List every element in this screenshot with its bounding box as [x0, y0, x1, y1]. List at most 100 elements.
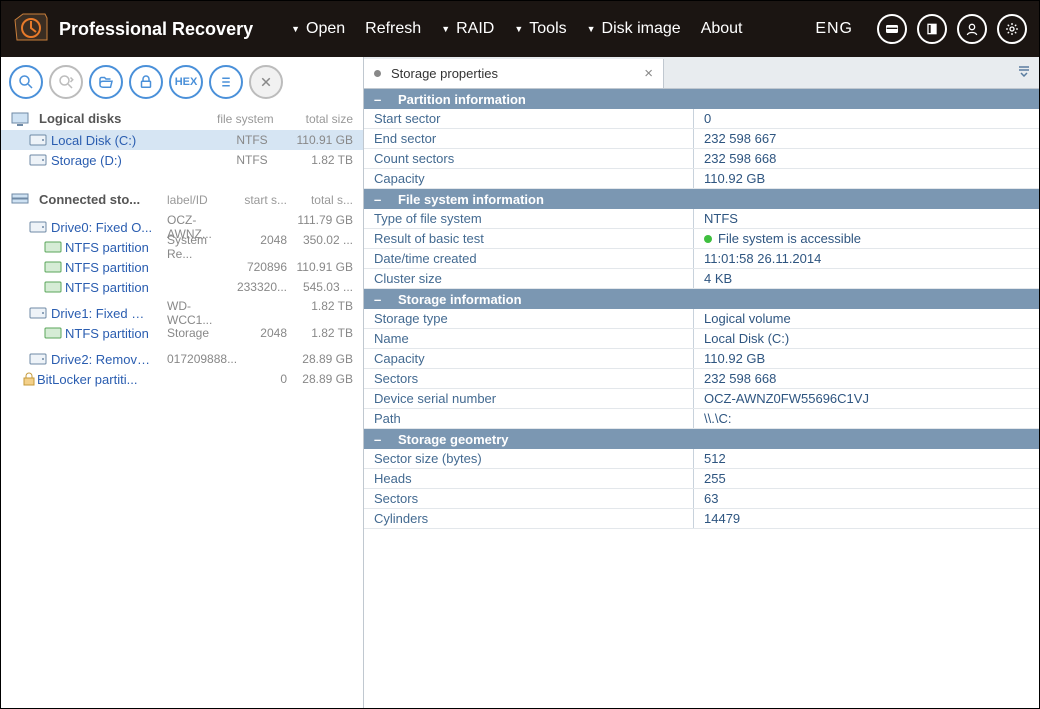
app-header: Professional Recovery ▼Open Refresh ▼RAI…: [1, 1, 1039, 57]
decrypt-button[interactable]: [129, 65, 163, 99]
properties-button[interactable]: [209, 65, 243, 99]
property-value: 0: [694, 111, 1039, 126]
panel-icon[interactable]: [917, 14, 947, 44]
card-icon[interactable]: [877, 14, 907, 44]
close-button[interactable]: [249, 65, 283, 99]
partition-name: NTFS partition: [65, 280, 167, 295]
hex-button[interactable]: HEX: [169, 65, 203, 99]
menu-about[interactable]: About: [693, 16, 751, 42]
menu-disk-image[interactable]: ▼Disk image: [579, 16, 689, 42]
partition-row[interactable]: NTFS partitionStorage20481.82 TB: [1, 323, 363, 343]
drive-name: Drive1: Fixed W...: [51, 306, 153, 321]
partition-icon: [44, 281, 65, 293]
drive-icon: [29, 353, 51, 365]
property-row: Sector size (bytes)512: [364, 449, 1039, 469]
disk-icon: [29, 134, 51, 146]
property-row: Result of basic testFile system is acces…: [364, 229, 1039, 249]
property-value: 4 KB: [694, 271, 1039, 286]
user-icon[interactable]: [957, 14, 987, 44]
menu-open[interactable]: ▼Open: [283, 16, 353, 42]
details-panel: Storage properties × –Partition informat…: [363, 57, 1039, 708]
property-row: End sector232 598 667: [364, 129, 1039, 149]
language-selector[interactable]: ENG: [815, 20, 853, 38]
property-key: Cylinders: [364, 509, 694, 528]
property-key: Sectors: [364, 369, 694, 388]
tab-close-icon[interactable]: ×: [644, 65, 653, 82]
tab-storage-properties[interactable]: Storage properties ×: [364, 59, 664, 88]
app-title: Professional Recovery: [59, 19, 253, 40]
disk-name: Local Disk (C:): [51, 133, 153, 148]
property-key: Cluster size: [364, 269, 694, 288]
property-key: Sector size (bytes): [364, 449, 694, 468]
toolbar: HEX: [1, 57, 363, 103]
drive-row[interactable]: Drive1: Fixed W...WD-WCC1...1.82 TB: [1, 303, 363, 323]
property-row: Device serial numberOCZ-AWNZ0FW55696C1VJ: [364, 389, 1039, 409]
disk-icon: [29, 154, 51, 166]
tab-menu-icon[interactable]: [1017, 63, 1031, 82]
property-value: 512: [694, 451, 1039, 466]
property-key: Sectors: [364, 489, 694, 508]
partition-row[interactable]: NTFS partition233320...545.03 ...: [1, 277, 363, 297]
property-key: Path: [364, 409, 694, 428]
property-row: Sectors63: [364, 489, 1039, 509]
property-key: Capacity: [364, 349, 694, 368]
partition-icon: [44, 241, 65, 253]
property-row: Start sector0: [364, 109, 1039, 129]
menu-tools[interactable]: ▼Tools: [506, 16, 574, 42]
property-group-header[interactable]: –Storage information: [364, 289, 1039, 309]
logical-disks-header: Logical disks file system total size: [1, 103, 363, 130]
partition-name: NTFS partition: [65, 326, 167, 341]
property-group-header[interactable]: –Storage geometry: [364, 429, 1039, 449]
property-row: Count sectors232 598 668: [364, 149, 1039, 169]
property-row: Date/time created11:01:58 26.11.2014: [364, 249, 1039, 269]
partition-icon: [44, 261, 65, 273]
logical-disk-row[interactable]: Storage (D:)NTFS1.82 TB: [1, 150, 363, 170]
drive-row[interactable]: Drive2: Remova...017209888...28.89 GB: [1, 349, 363, 369]
logical-disk-row[interactable]: Local Disk (C:)NTFS110.91 GB: [1, 130, 363, 150]
scan-button[interactable]: [9, 65, 43, 99]
drive-name: Drive0: Fixed O...: [51, 220, 153, 235]
property-value: 232 598 668: [694, 371, 1039, 386]
partition-row[interactable]: BitLocker partiti...028.89 GB: [1, 369, 363, 389]
property-key: Heads: [364, 469, 694, 488]
property-key: Result of basic test: [364, 229, 694, 248]
property-value: 11:01:58 26.11.2014: [694, 251, 1039, 266]
open-button[interactable]: [89, 65, 123, 99]
property-group-header[interactable]: –Partition information: [364, 89, 1039, 109]
property-value: 110.92 GB: [694, 351, 1039, 366]
property-value: 110.92 GB: [694, 171, 1039, 186]
property-row: Sectors232 598 668: [364, 369, 1039, 389]
tab-indicator-icon: [374, 70, 381, 77]
property-value: File system is accessible: [694, 231, 1039, 246]
partition-name: NTFS partition: [65, 240, 167, 255]
sidebar: HEX Logical disks file system total size…: [1, 57, 363, 708]
property-row: Cluster size4 KB: [364, 269, 1039, 289]
property-value: NTFS: [694, 211, 1039, 226]
drive-name: Drive2: Remova...: [51, 352, 153, 367]
property-key: Type of file system: [364, 209, 694, 228]
app-logo-icon: [13, 12, 49, 47]
property-row: Heads255: [364, 469, 1039, 489]
partition-name: NTFS partition: [65, 260, 167, 275]
property-group-header[interactable]: –File system information: [364, 189, 1039, 209]
property-key: Capacity: [364, 169, 694, 188]
partition-row[interactable]: NTFS partition720896110.91 GB: [1, 257, 363, 277]
drive-icon: [29, 221, 51, 233]
settings-icon[interactable]: [997, 14, 1027, 44]
tab-bar: Storage properties ×: [364, 57, 1039, 89]
property-value: OCZ-AWNZ0FW55696C1VJ: [694, 391, 1039, 406]
property-key: Date/time created: [364, 249, 694, 268]
drive-icon: [29, 307, 51, 319]
partition-name: BitLocker partiti...: [37, 372, 167, 387]
property-key: Count sectors: [364, 149, 694, 168]
menu-raid[interactable]: ▼RAID: [433, 16, 502, 42]
resume-scan-button: [49, 65, 83, 99]
bitlocker-icon: [21, 372, 37, 386]
property-value: \\.\C:: [694, 411, 1039, 426]
partition-row[interactable]: NTFS partitionSystem Re...2048350.02 ...: [1, 237, 363, 257]
status-ok-icon: [704, 235, 712, 243]
property-row: Cylinders14479: [364, 509, 1039, 529]
property-value: 255: [694, 471, 1039, 486]
menu-refresh[interactable]: Refresh: [357, 16, 429, 42]
property-key: Storage type: [364, 309, 694, 328]
